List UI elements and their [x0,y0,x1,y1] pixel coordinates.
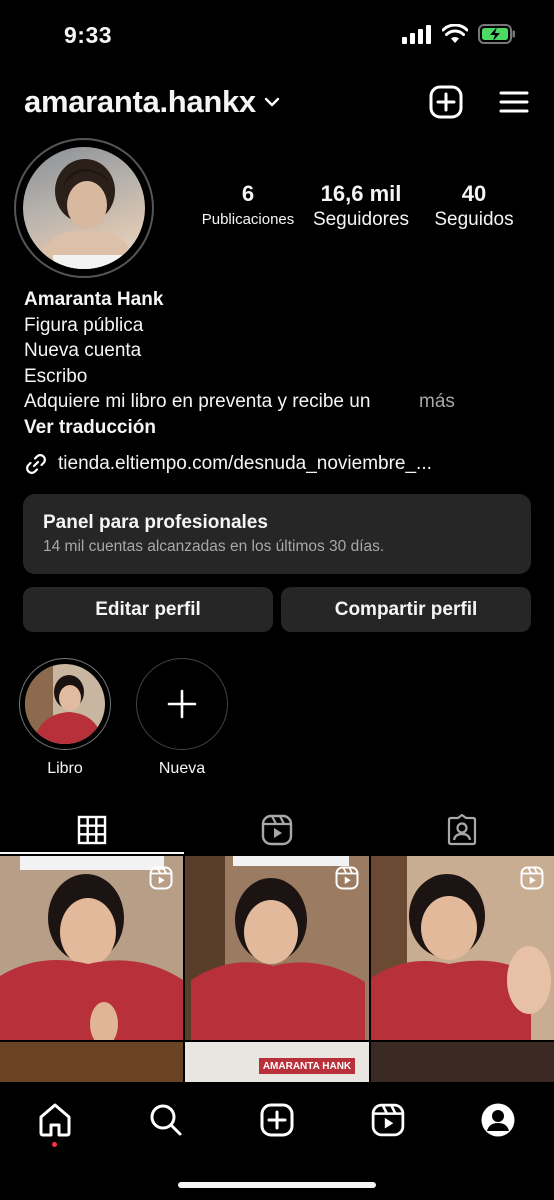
highlight-label: Nueva [158,760,206,777]
stat-followers[interactable]: 16,6 mil Seguidores [306,180,416,232]
grid-post[interactable] [185,856,369,1040]
wifi-icon [442,24,468,43]
stat-following-label: Seguidos [434,209,514,230]
grid-post[interactable] [371,1042,554,1082]
reel-badge-icon [520,866,544,890]
display-name: Amaranta Hank [24,289,164,310]
profile-avatar[interactable] [14,138,154,278]
highlight-label: Libro [47,760,83,777]
new-post-button[interactable] [428,84,464,120]
nav-reels[interactable] [368,1100,408,1140]
username: amaranta.hankx [24,84,256,119]
username-switcher[interactable]: amaranta.hankx [24,84,280,120]
see-translation-link[interactable]: Ver traducción [24,415,534,441]
avatar-photo [23,147,145,269]
nav-home[interactable] [35,1100,75,1140]
bio-line: Adquiere mi libro en preventa y recibe u… [24,391,371,413]
grid-post[interactable]: AMARANTA HANK [185,1042,369,1082]
create-post-icon [260,1103,294,1137]
stat-following[interactable]: 40 Seguidos [426,180,522,232]
stat-followers-value: 16,6 mil [320,181,402,206]
grid-post[interactable] [0,1042,183,1082]
profile-link-text: tienda.eltiempo.com/desnuda_noviembre_..… [58,453,432,474]
grid-post[interactable] [371,856,554,1040]
reels-icon [261,814,293,846]
reels-icon [371,1103,405,1137]
highlight-libro[interactable]: Libro [19,658,111,778]
grid-icon [77,815,107,845]
menu-button[interactable] [496,84,532,120]
search-icon [150,1104,182,1136]
pro-panel-subtitle: 14 mil cuentas alcanzadas en los últimos… [43,538,385,555]
home-indicator [178,1182,376,1188]
stat-following-value: 40 [461,181,487,206]
pro-panel-title: Panel para profesionales [43,512,268,533]
edit-profile-button[interactable]: Editar perfil [23,587,273,632]
new-highlight-button[interactable]: Nueva [136,658,228,778]
notification-dot [52,1142,57,1147]
battery-charging-icon [478,24,515,44]
tab-posts-grid[interactable] [0,806,184,854]
plus-icon [167,689,197,719]
reel-badge-icon [149,866,173,890]
menu-icon [499,91,529,113]
book-cover-title: AMARANTA HANK [259,1058,355,1074]
bio-line: Figura pública [24,314,144,336]
bio-more-link[interactable]: más [419,389,455,415]
profile-link[interactable]: tienda.eltiempo.com/desnuda_noviembre_..… [24,452,432,476]
status-time: 9:33 [64,22,113,48]
stat-followers-label: Seguidores [312,209,410,230]
tab-tagged[interactable] [370,806,554,854]
cellular-signal-icon [402,25,431,44]
share-profile-button[interactable]: Compartir perfil [281,587,531,632]
bio-line: Nueva cuenta [24,340,142,362]
stat-posts-label: Publicaciones [201,211,295,228]
new-highlight-circle [136,658,228,750]
link-icon [26,454,46,474]
highlight-cover [19,658,111,750]
chevron-down-icon [264,97,280,107]
stat-posts-value: 6 [241,181,255,206]
bio-line: Escribo [24,365,88,387]
bottom-navigation [0,1082,554,1200]
bio: Amaranta Hank Figura pública Nueva cuent… [24,287,534,441]
status-icons [402,24,516,44]
tab-reels[interactable] [185,806,369,854]
professional-dashboard-panel[interactable]: Panel para profesionales 14 mil cuentas … [23,494,531,574]
tagged-icon [447,814,477,846]
grid-post[interactable] [0,856,183,1040]
nav-profile[interactable] [478,1100,518,1140]
nav-create[interactable] [257,1100,297,1140]
new-post-icon [429,85,463,119]
stat-posts[interactable]: 6 Publicaciones [196,180,300,232]
reel-badge-icon [335,866,359,890]
home-icon [39,1103,71,1137]
active-tab-indicator [0,852,184,854]
profile-icon [481,1103,515,1137]
nav-search[interactable] [146,1100,186,1140]
